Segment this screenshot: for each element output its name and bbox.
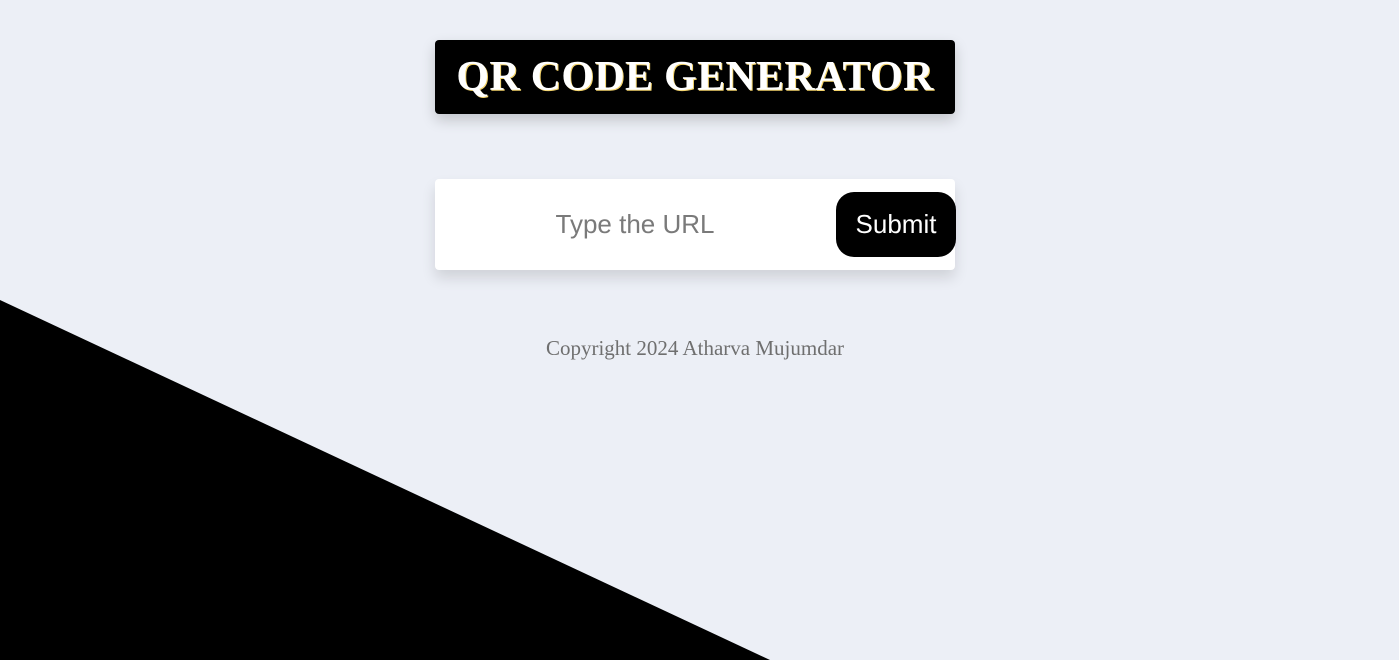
url-input[interactable] — [435, 179, 835, 270]
submit-button[interactable]: Submit — [836, 192, 956, 257]
title-banner: QR CODE GENERATOR — [435, 40, 955, 114]
page-title: QR CODE GENERATOR — [456, 54, 934, 100]
copyright-text: Copyright 2024 Atharva Mujumdar — [545, 336, 845, 360]
